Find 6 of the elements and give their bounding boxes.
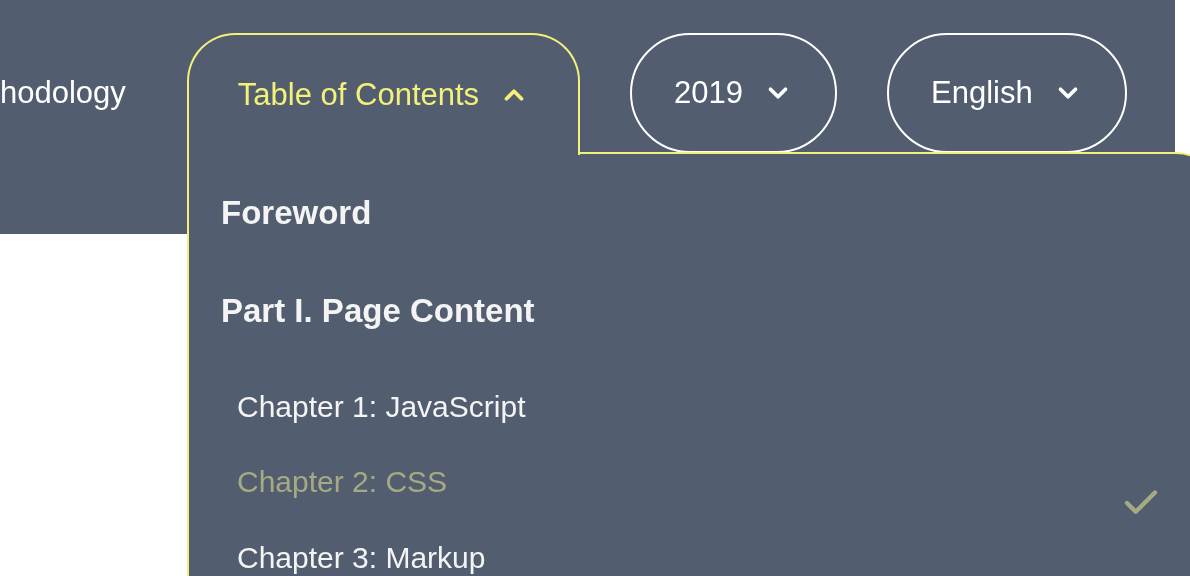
menu-section-link[interactable]: Foreword — [221, 194, 372, 232]
nav-link[interactable]: hodology — [0, 33, 187, 153]
menu-chapter-link[interactable]: Chapter 1: JavaScript — [237, 390, 526, 424]
menu-section-link[interactable]: Part I. Page Content — [221, 292, 535, 330]
menu-chapter-link[interactable]: Chapter 3: Markup — [237, 540, 486, 575]
table-of-contents-tab[interactable]: Table of Contents — [187, 33, 580, 155]
